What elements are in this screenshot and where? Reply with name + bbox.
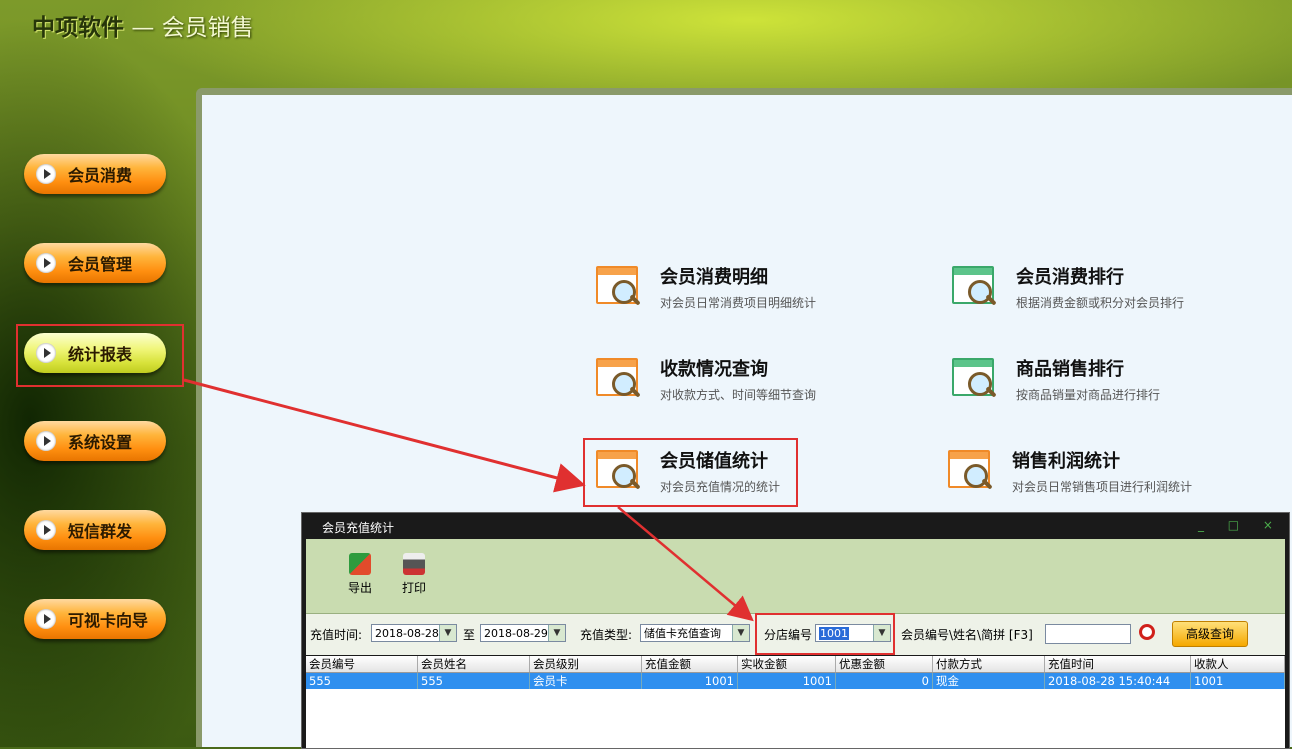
dialog-title: 会员充值统计: [322, 521, 395, 535]
chevron-down-icon[interactable]: ▼: [732, 625, 749, 641]
report-title: 收款情况查询: [660, 359, 768, 380]
recharge-table: 会员编号 会员姓名 会员级别 充值金额 实收金额 优惠金额 付款方式 充值时间 …: [306, 656, 1285, 748]
date-from-value: 2018-08-28: [375, 627, 439, 640]
report-search-orange-icon: [948, 450, 994, 494]
report-desc: 按商品销量对商品进行排行: [1016, 388, 1161, 402]
report-desc: 对会员日常销售项目进行利润统计: [1012, 480, 1193, 494]
report-desc: 对收款方式、时间等细节查询: [660, 388, 817, 402]
recharge-type-select[interactable]: 储值卡充值查询 ▼: [640, 624, 750, 642]
highlight-box-report: [583, 438, 798, 507]
report-search-green-icon: [952, 266, 998, 310]
column-header[interactable]: 优惠金额: [836, 656, 933, 672]
sidebar-item-card-wizard[interactable]: 可视卡向导: [24, 599, 166, 639]
column-header[interactable]: 充值时间: [1045, 656, 1191, 672]
search-label: 会员编号\姓名\简拼 [F3]: [901, 628, 1033, 642]
window-controls[interactable]: _ □ ×: [1198, 518, 1283, 532]
date-to-value: 2018-08-29: [484, 627, 548, 640]
sidebar-item-label: 会员管理: [68, 255, 133, 274]
highlight-box-nav: [16, 324, 184, 387]
to-label: 至: [463, 628, 476, 642]
column-header[interactable]: 实收金额: [738, 656, 836, 672]
app-brand: 中项软件: [32, 15, 124, 41]
report-search-orange-icon: [596, 358, 642, 402]
report-member-consume-detail[interactable]: 会员消费明细 对会员日常消费项目明细统计: [596, 266, 816, 311]
cell-member-level: 会员卡: [530, 673, 642, 689]
date-from-picker[interactable]: 2018-08-28 ▼: [371, 624, 457, 642]
date-to-picker[interactable]: 2018-08-29 ▼: [480, 624, 566, 642]
search-icon[interactable]: [1139, 624, 1155, 640]
column-header[interactable]: 收款人: [1191, 656, 1285, 672]
export-label: 导出: [347, 581, 372, 595]
column-header[interactable]: 会员姓名: [418, 656, 530, 672]
cell-member-name: 555: [418, 673, 530, 689]
sidebar-item-label: 短信群发: [68, 522, 133, 541]
export-excel-icon: [349, 553, 371, 575]
cell-payment-method: 现金: [933, 673, 1045, 689]
play-icon: [36, 431, 56, 451]
report-search-orange-icon: [596, 266, 642, 310]
column-header[interactable]: 会员级别: [530, 656, 642, 672]
cell-member-id: 555: [306, 673, 418, 689]
printer-icon: [403, 553, 425, 575]
report-desc: 根据消费金额或积分对会员排行: [1016, 296, 1185, 310]
play-icon: [36, 520, 56, 540]
table-row[interactable]: 555 555 会员卡 1001 1001 0 现金 2018-08-28 15…: [306, 673, 1285, 689]
app-module-title: 会员销售: [161, 15, 254, 41]
member-search-input[interactable]: [1045, 624, 1131, 644]
sidebar-item-label: 系统设置: [68, 433, 133, 452]
report-sales-profit[interactable]: 销售利润统计 对会员日常销售项目进行利润统计: [948, 450, 1192, 495]
export-button[interactable]: 导出: [340, 553, 380, 596]
chevron-down-icon[interactable]: ▼: [439, 625, 456, 641]
dialog-toolbar: 导出 打印: [306, 539, 1285, 614]
play-icon: [36, 164, 56, 184]
sidebar-item-settings[interactable]: 系统设置: [24, 421, 166, 461]
cell-recharge-amount: 1001: [642, 673, 738, 689]
recharge-time-label: 充值时间:: [310, 628, 363, 642]
report-member-consume-rank[interactable]: 会员消费排行 根据消费金额或积分对会员排行: [952, 266, 1184, 311]
recharge-type-value: 储值卡充值查询: [644, 627, 721, 640]
sidebar-item-label: 可视卡向导: [68, 611, 149, 630]
cell-cashier: 1001: [1191, 673, 1285, 689]
sidebar-item-sms[interactable]: 短信群发: [24, 510, 166, 550]
print-label: 打印: [401, 581, 426, 595]
cell-received-amount: 1001: [738, 673, 836, 689]
report-product-sales-rank[interactable]: 商品销售排行 按商品销量对商品进行排行: [952, 358, 1160, 403]
report-title: 会员消费明细: [660, 267, 768, 288]
report-search-green-icon: [952, 358, 998, 402]
report-title: 销售利润统计: [1012, 451, 1120, 472]
column-header[interactable]: 付款方式: [933, 656, 1045, 672]
report-title: 会员消费排行: [1016, 267, 1124, 288]
app-title: 中项软件 — 会员销售: [32, 8, 254, 42]
print-button[interactable]: 打印: [394, 553, 434, 596]
cell-recharge-time: 2018-08-28 15:40:44: [1045, 673, 1191, 689]
title-separator: —: [131, 15, 155, 41]
sidebar-item-member-consume[interactable]: 会员消费: [24, 154, 166, 194]
cell-discount-amount: 0: [836, 673, 933, 689]
recharge-type-label: 充值类型:: [580, 628, 633, 642]
column-header[interactable]: 充值金额: [642, 656, 738, 672]
column-header[interactable]: 会员编号: [306, 656, 418, 672]
sidebar-item-label: 会员消费: [68, 166, 133, 185]
report-payment-query[interactable]: 收款情况查询 对收款方式、时间等细节查询: [596, 358, 816, 403]
table-header: 会员编号 会员姓名 会员级别 充值金额 实收金额 优惠金额 付款方式 充值时间 …: [306, 656, 1285, 673]
play-icon: [36, 609, 56, 629]
chevron-down-icon[interactable]: ▼: [548, 625, 565, 641]
highlight-box-branch: [755, 613, 895, 655]
play-icon: [36, 253, 56, 273]
sidebar-item-member-manage[interactable]: 会员管理: [24, 243, 166, 283]
report-title: 商品销售排行: [1016, 359, 1124, 380]
report-desc: 对会员日常消费项目明细统计: [660, 296, 817, 310]
advanced-query-button[interactable]: 高级查询: [1172, 621, 1248, 647]
